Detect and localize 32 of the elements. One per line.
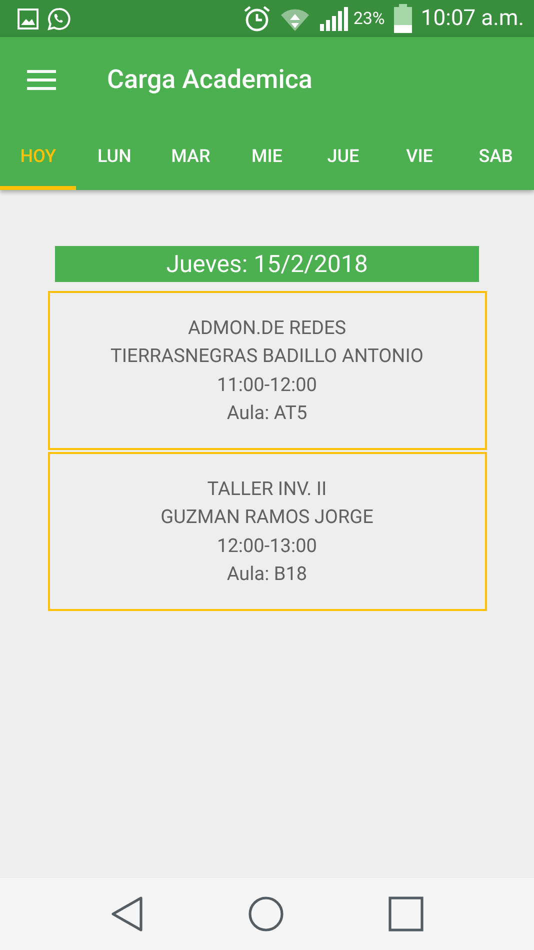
date-header: Jueves: 15/2/2018 <box>55 246 479 282</box>
day-tab[interactable]: LUN <box>76 123 153 190</box>
signal-icon <box>319 6 350 32</box>
day-tab[interactable]: MIE <box>228 123 306 190</box>
recents-icon <box>388 896 424 932</box>
chat-icon <box>47 6 71 30</box>
battery-percent: 23% <box>353 8 385 28</box>
classroom: Aula: AT5 <box>226 400 308 426</box>
teacher-name: TIERRASNEGRAS BADILLO ANTONIO <box>110 343 424 369</box>
day-tab[interactable]: JUE <box>305 123 382 190</box>
teacher-name: GUZMAN RAMOS JORGE <box>160 504 374 530</box>
menu-button[interactable] <box>27 69 56 91</box>
day-tab[interactable]: MAR <box>152 123 229 190</box>
alarm-icon <box>243 4 272 32</box>
clock-time: 10:07 a.m. <box>420 6 524 31</box>
image-icon <box>17 8 39 30</box>
subject-name: TALLER INV. II <box>207 476 327 502</box>
recents-button[interactable] <box>388 896 424 932</box>
day-tab[interactable]: HOY <box>0 123 76 190</box>
class-time: 11:00-12:00 <box>217 372 317 398</box>
back-button[interactable] <box>110 896 144 932</box>
home-icon <box>248 896 284 932</box>
day-tab[interactable]: VIE <box>381 123 458 190</box>
menu-icon <box>27 69 56 91</box>
home-button[interactable] <box>248 896 284 932</box>
battery-icon <box>392 4 413 34</box>
class-time: 12:00-13:00 <box>217 532 317 558</box>
back-icon <box>110 896 144 932</box>
app-title: Carga Academica <box>107 65 312 95</box>
classroom: Aula: B18 <box>226 561 308 587</box>
subject-name: ADMON.DE REDES <box>188 314 346 340</box>
day-tab[interactable]: SAB <box>458 123 534 190</box>
